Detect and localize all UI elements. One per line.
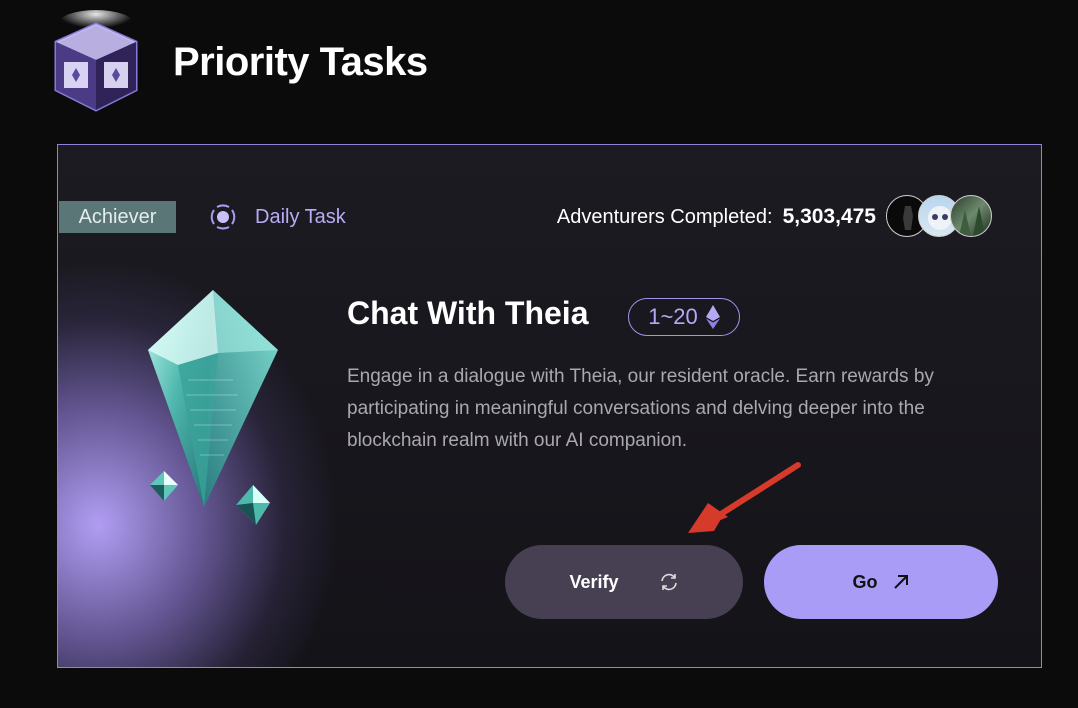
adventurers-count: 5,303,475 — [782, 205, 876, 228]
verify-label: Verify — [569, 571, 619, 592]
cube-logo-icon — [54, 10, 138, 112]
annotation-arrow — [688, 462, 801, 533]
frequency-label: Daily Task — [208, 202, 346, 232]
reward-badge: 1~20 — [628, 298, 740, 336]
page-header: Priority Tasks — [0, 0, 1078, 140]
adventurers-label: Adventurers Completed: — [556, 205, 773, 228]
small-crystal — [236, 485, 270, 525]
go-label: Go — [852, 571, 878, 592]
adventurers-completed: Adventurers Completed: 5,303,475 — [557, 203, 876, 231]
refresh-icon — [660, 573, 677, 591]
frequency-text: Daily Task — [255, 205, 346, 228]
ethereum-icon — [705, 305, 720, 329]
task-title: Chat With Theia — [347, 295, 589, 331]
small-crystal — [150, 471, 178, 501]
avatar-stack — [886, 195, 996, 239]
verify-button[interactable]: Verify — [505, 545, 743, 619]
arrow-up-right-icon — [893, 575, 908, 589]
go-button[interactable]: Go — [764, 545, 998, 619]
task-description: Engage in a dialogue with Theia, our res… — [347, 366, 934, 451]
radar-dot-icon — [210, 204, 236, 230]
avatar — [950, 195, 992, 237]
category-tag: Achiever — [59, 201, 176, 233]
task-card: Achiever Daily Task Adventurers Complete… — [57, 144, 1042, 668]
page-title: Priority Tasks — [173, 40, 428, 84]
reward-range: 1~20 — [648, 304, 698, 329]
